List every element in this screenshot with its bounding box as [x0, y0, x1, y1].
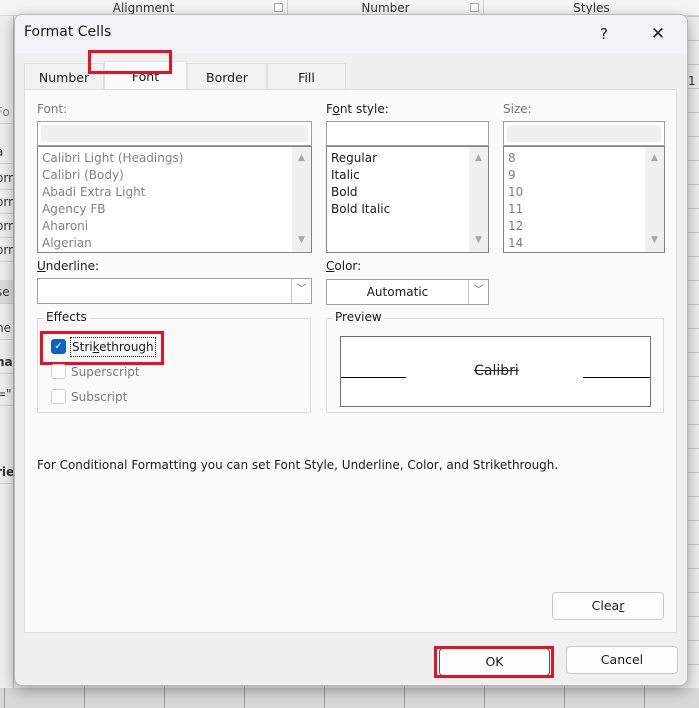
checkmark-icon[interactable]: ✓ [51, 339, 66, 354]
scroll-up-icon[interactable]: ▲ [469, 150, 488, 167]
font-list[interactable]: Calibri Light (Headings) Calibri (Body) … [37, 146, 312, 253]
left-fragment: orm [0, 166, 13, 190]
preview-legend: Preview [333, 310, 384, 324]
chevron-down-icon[interactable]: ﹀ [468, 280, 488, 304]
chevron-down-icon[interactable]: ﹀ [291, 279, 311, 303]
left-fragment: na [0, 350, 13, 374]
left-fragment: rie [0, 460, 13, 484]
scroll-up-icon[interactable]: ▲ [292, 150, 311, 167]
size-list[interactable]: 8 9 10 11 12 14 ▲ ▼ [503, 146, 665, 253]
size-label: Size: [503, 102, 532, 116]
strikethrough-label[interactable]: Strikethrough [70, 337, 156, 357]
help-button[interactable]: ? [591, 21, 617, 47]
number-dialog-launcher-icon[interactable] [470, 3, 479, 12]
left-background-strip: Fo a orm orm orm orm se ne na =" rie [0, 16, 14, 708]
effects-legend: Effects [44, 310, 89, 324]
right-background-strip: 1 [687, 16, 699, 708]
preview-box: Calibri [340, 336, 651, 407]
strikethrough-checkbox[interactable]: ✓ Strikethrough [51, 337, 161, 357]
size-list-scrollbar[interactable]: ▲ ▼ [645, 147, 664, 252]
size-list-item[interactable]: 9 [508, 167, 516, 184]
alignment-dialog-launcher-icon[interactable] [274, 3, 283, 12]
font-input[interactable] [37, 121, 312, 146]
preview-baseline-right [583, 377, 650, 378]
left-fragment: orm [0, 214, 13, 238]
color-value: Automatic [366, 285, 429, 299]
close-icon: ✕ [650, 24, 666, 44]
left-fragment: Fo [0, 100, 13, 124]
dialog-titlebar[interactable]: Format Cells ? ✕ [15, 15, 687, 53]
size-input[interactable] [503, 121, 665, 146]
font-style-list-item[interactable]: Bold [331, 184, 358, 201]
ok-button[interactable]: OK [439, 648, 550, 676]
font-style-input[interactable] [326, 121, 489, 146]
size-list-item[interactable]: 10 [508, 184, 523, 201]
font-style-list-item[interactable]: Regular [331, 150, 377, 167]
font-list-item[interactable]: Calibri (Body) [42, 167, 124, 184]
tab-font[interactable]: Font [104, 61, 187, 90]
color-dropdown[interactable]: Automatic ﹀ [326, 279, 489, 305]
superscript-checkbox[interactable]: Superscript [51, 363, 161, 381]
clear-button[interactable]: Clear [552, 592, 664, 620]
cancel-button[interactable]: Cancel [566, 646, 678, 674]
bottom-grid [0, 688, 699, 708]
left-fragment: =" [0, 382, 13, 406]
left-fragment: a [0, 140, 13, 164]
left-fragment: orm [0, 190, 13, 214]
superscript-label[interactable]: Superscript [71, 363, 140, 381]
font-style-list-item[interactable]: Italic [331, 167, 360, 184]
font-list-item[interactable]: Aharoni [42, 218, 88, 235]
font-list-item[interactable]: Agency FB [42, 201, 105, 218]
font-list-item[interactable]: Algerian [42, 235, 92, 252]
underline-value [38, 279, 291, 303]
size-list-item[interactable]: 11 [508, 201, 523, 218]
font-list-item[interactable]: Abadi Extra Light [42, 184, 145, 201]
checkbox-box[interactable] [51, 364, 66, 379]
subscript-label[interactable]: Subscript [71, 388, 127, 406]
left-fragment: orm [0, 238, 13, 262]
font-style-list-item[interactable]: Bold Italic [331, 201, 390, 218]
size-list-item[interactable]: 8 [508, 150, 516, 167]
subscript-checkbox[interactable]: Subscript [51, 388, 161, 406]
scroll-down-icon[interactable]: ▼ [469, 232, 488, 249]
font-style-label: Font style: [326, 102, 389, 116]
size-list-item[interactable]: 14 [508, 235, 523, 252]
font-label: Font: [37, 102, 68, 116]
tab-fill[interactable]: Fill [267, 63, 346, 90]
checkbox-box[interactable] [51, 389, 66, 404]
font-list-scrollbar[interactable]: ▲ ▼ [292, 147, 311, 252]
left-fragment: se [0, 280, 13, 304]
underline-label: Underline: [37, 259, 100, 273]
scroll-down-icon[interactable]: ▼ [645, 232, 664, 249]
conditional-formatting-info: For Conditional Formatting you can set F… [37, 458, 559, 472]
tab-number[interactable]: Number [24, 63, 104, 90]
underline-dropdown[interactable]: ﹀ [37, 278, 312, 304]
scroll-down-icon[interactable]: ▼ [292, 232, 311, 249]
close-button[interactable]: ✕ [643, 21, 673, 47]
dialog-title: Format Cells [24, 24, 112, 40]
right-fragment: 1 [688, 74, 696, 88]
font-list-item[interactable]: Calibri Light (Headings) [42, 150, 183, 167]
font-style-list-scrollbar[interactable]: ▲ ▼ [469, 147, 488, 252]
color-label: Color: [326, 259, 362, 273]
left-fragment: ne [0, 316, 13, 340]
size-list-item[interactable]: 12 [508, 218, 523, 235]
tab-border[interactable]: Border [187, 63, 267, 90]
font-style-list[interactable]: Regular Italic Bold Bold Italic ▲ ▼ [326, 146, 489, 253]
scroll-up-icon[interactable]: ▲ [645, 150, 664, 167]
